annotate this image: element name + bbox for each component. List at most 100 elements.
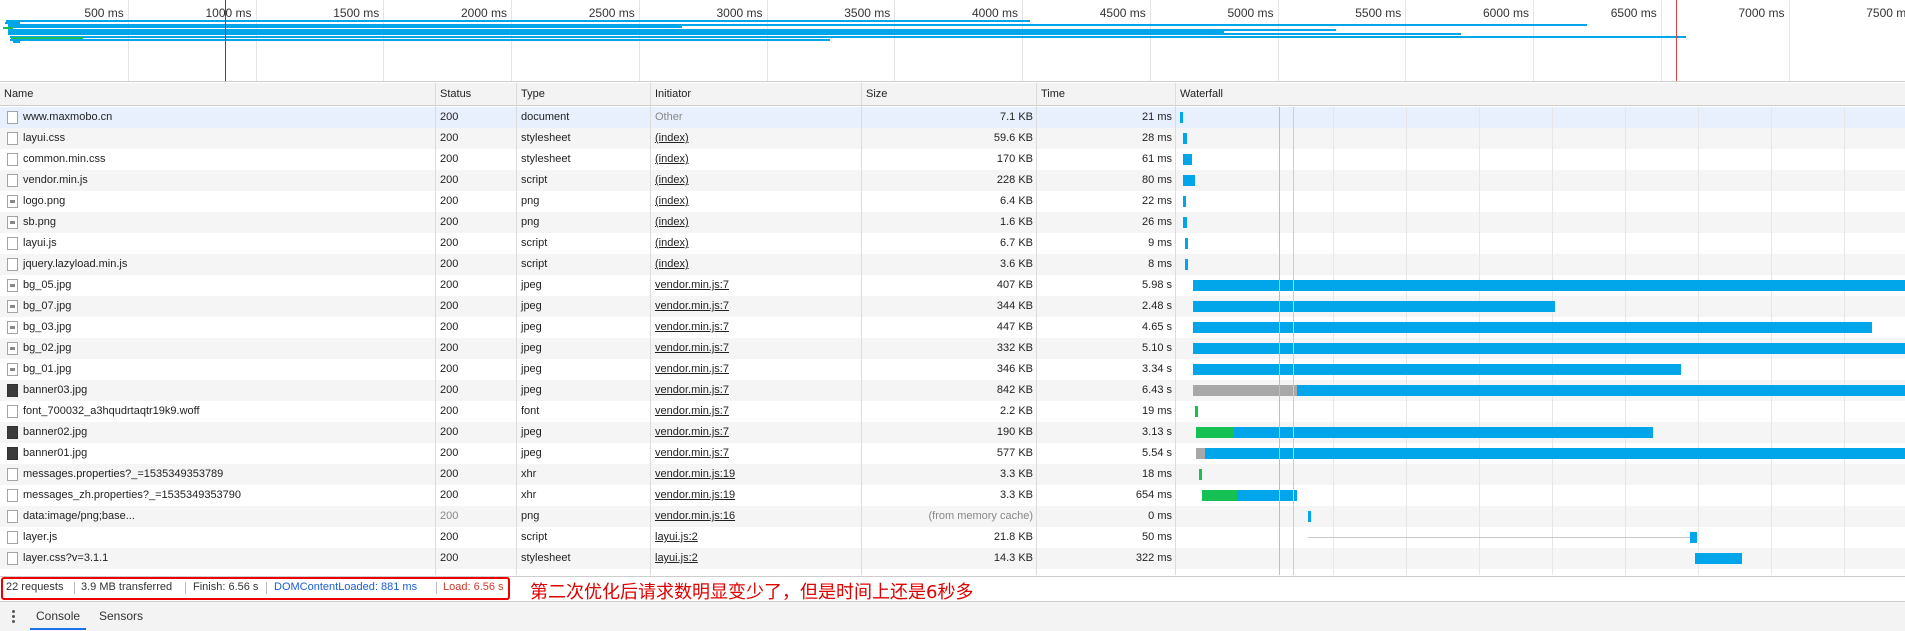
waterfall-download-bar[interactable] xyxy=(1193,364,1681,375)
request-name-cell[interactable]: common.min.css xyxy=(0,149,436,170)
request-type-cell: jpeg xyxy=(517,338,651,359)
waterfall-download-bar[interactable] xyxy=(1185,238,1189,249)
initiator-link[interactable]: layui.js:2 xyxy=(655,531,698,543)
column-header-name[interactable]: Name xyxy=(0,83,436,106)
request-initiator-cell[interactable]: vendor.min.js:7 xyxy=(651,296,862,317)
initiator-link[interactable]: (index) xyxy=(655,153,689,165)
request-initiator-cell[interactable]: vendor.min.js:7 xyxy=(651,443,862,464)
waterfall-download-bar[interactable] xyxy=(1193,280,1905,291)
request-name-cell[interactable]: layui.js xyxy=(0,233,436,254)
column-header-size[interactable]: Size xyxy=(862,83,1037,106)
request-initiator-cell[interactable]: vendor.min.js:7 xyxy=(651,359,862,380)
waterfall-download-bar[interactable] xyxy=(1689,532,1697,543)
initiator-link[interactable]: (index) xyxy=(655,237,689,249)
request-name-cell[interactable]: jquery.lazyload.min.js xyxy=(0,254,436,275)
initiator-link[interactable]: vendor.min.js:7 xyxy=(655,426,729,438)
request-name-cell[interactable]: bg_01.jpg xyxy=(0,359,436,380)
request-name-cell[interactable]: layer.css?v=3.1.1 xyxy=(0,548,436,569)
request-initiator-cell[interactable]: (index) xyxy=(651,254,862,275)
waterfall-download-bar[interactable] xyxy=(1185,259,1189,270)
request-name-cell[interactable]: data:image/png;base... xyxy=(0,506,436,527)
request-name-cell[interactable]: layui.css xyxy=(0,128,436,149)
request-initiator-cell[interactable]: (index) xyxy=(651,170,862,191)
request-name-cell[interactable]: bg_05.jpg xyxy=(0,275,436,296)
request-initiator-cell[interactable]: vendor.min.js:7 xyxy=(651,338,862,359)
request-name-cell[interactable]: logo.png xyxy=(0,191,436,212)
request-name-cell[interactable]: bg_03.jpg xyxy=(0,317,436,338)
waterfall-download-bar[interactable] xyxy=(1182,196,1187,207)
waterfall-download-bar[interactable] xyxy=(1234,427,1654,438)
request-initiator-cell[interactable]: (index) xyxy=(651,191,862,212)
request-initiator-cell[interactable]: vendor.min.js:7 xyxy=(651,422,862,443)
initiator-link[interactable]: (index) xyxy=(655,216,689,228)
initiator-link[interactable]: (index) xyxy=(655,174,689,186)
request-name-cell[interactable]: banner02.jpg xyxy=(0,422,436,443)
request-name-cell[interactable]: www.maxmobo.cn xyxy=(0,107,436,128)
request-name-cell[interactable]: banner03.jpg xyxy=(0,380,436,401)
column-header-initiator[interactable]: Initiator xyxy=(651,83,862,106)
waterfall-download-bar[interactable] xyxy=(1182,154,1192,165)
initiator-link[interactable]: (index) xyxy=(655,132,689,144)
waterfall-download-bar[interactable] xyxy=(1182,175,1195,186)
column-header-status[interactable]: Status xyxy=(436,83,517,106)
initiator-link[interactable]: vendor.min.js:7 xyxy=(655,300,729,312)
request-name-cell[interactable]: bg_02.jpg xyxy=(0,338,436,359)
waterfall-download-bar[interactable] xyxy=(1182,133,1187,144)
request-initiator-cell[interactable]: layui.js:2 xyxy=(651,527,862,548)
request-initiator-cell[interactable]: vendor.min.js:19 xyxy=(651,464,862,485)
waterfall-download-bar[interactable] xyxy=(1695,553,1743,564)
request-initiator-cell[interactable]: (index) xyxy=(651,149,862,170)
initiator-link[interactable]: vendor.min.js:7 xyxy=(655,447,729,459)
initiator-link[interactable]: vendor.min.js:7 xyxy=(655,384,729,396)
request-initiator-cell[interactable]: layui.js:2 xyxy=(651,548,862,569)
request-name-cell[interactable]: vendor.min.js xyxy=(0,170,436,191)
initiator-link[interactable]: vendor.min.js:19 xyxy=(655,489,735,501)
overview-timeline[interactable]: 500 ms 1000 ms 1500 ms 2000 ms 2500 ms 3000 m… xyxy=(0,0,1905,82)
waterfall-download-bar[interactable] xyxy=(1193,301,1556,312)
initiator-link[interactable]: vendor.min.js:16 xyxy=(655,510,735,522)
drawer-tab-bar: Console Sensors xyxy=(0,601,1905,631)
waterfall-download-bar[interactable] xyxy=(1198,469,1202,480)
request-initiator-cell[interactable]: (index) xyxy=(651,128,862,149)
request-initiator-cell[interactable]: (index) xyxy=(651,233,862,254)
request-initiator-cell[interactable]: vendor.min.js:7 xyxy=(651,401,862,422)
request-initiator-cell[interactable]: vendor.min.js:19 xyxy=(651,485,862,506)
waterfall-download-bar[interactable] xyxy=(1204,448,1905,459)
waterfall-download-bar[interactable] xyxy=(1194,406,1198,417)
waterfall-download-bar[interactable] xyxy=(1296,385,1905,396)
request-name-cell[interactable]: bg_07.jpg xyxy=(0,296,436,317)
request-name-cell[interactable]: banner01.jpg xyxy=(0,443,436,464)
waterfall-download-bar[interactable] xyxy=(1193,343,1905,354)
waterfall-download-bar[interactable] xyxy=(1236,490,1298,501)
request-initiator-cell[interactable]: vendor.min.js:7 xyxy=(651,380,862,401)
request-name-cell[interactable]: sb.png xyxy=(0,212,436,233)
waterfall-download-bar[interactable] xyxy=(1193,322,1873,333)
initiator-link[interactable]: vendor.min.js:19 xyxy=(655,468,735,480)
waterfall-download-bar[interactable] xyxy=(1308,511,1312,522)
waterfall-download-bar[interactable] xyxy=(1180,112,1184,123)
waterfall-download-bar[interactable] xyxy=(1182,217,1187,228)
request-name-cell[interactable]: messages_zh.properties?_=1535349353790 xyxy=(0,485,436,506)
more-menu-icon[interactable] xyxy=(12,610,16,624)
initiator-link[interactable]: vendor.min.js:7 xyxy=(655,363,729,375)
initiator-link[interactable]: vendor.min.js:7 xyxy=(655,279,729,291)
request-initiator-cell[interactable]: vendor.min.js:16 xyxy=(651,506,862,527)
request-name-cell[interactable]: messages.properties?_=1535349353789 xyxy=(0,464,436,485)
column-header-time[interactable]: Time xyxy=(1037,83,1176,106)
request-name-cell[interactable]: layer.js xyxy=(0,527,436,548)
request-initiator-cell[interactable]: vendor.min.js:7 xyxy=(651,317,862,338)
initiator-link[interactable]: (index) xyxy=(655,258,689,270)
initiator-link[interactable]: (index) xyxy=(655,195,689,207)
tab-console[interactable]: Console xyxy=(30,602,87,630)
initiator-link[interactable]: vendor.min.js:7 xyxy=(655,342,729,354)
request-initiator-cell[interactable]: vendor.min.js:7 xyxy=(651,275,862,296)
column-header-type[interactable]: Type xyxy=(517,83,651,106)
initiator-link[interactable]: layui.js:2 xyxy=(655,552,698,564)
initiator-link[interactable]: vendor.min.js:7 xyxy=(655,321,729,333)
column-header-waterfall[interactable]: Waterfall xyxy=(1176,83,1905,106)
request-name-cell[interactable]: font_700032_a3hqudrtaqtr19k9.woff xyxy=(0,401,436,422)
request-initiator-cell[interactable]: (index) xyxy=(651,212,862,233)
tab-sensors[interactable]: Sensors xyxy=(93,602,149,630)
initiator-link[interactable]: vendor.min.js:7 xyxy=(655,405,729,417)
request-size: 842 KB xyxy=(996,384,1033,396)
